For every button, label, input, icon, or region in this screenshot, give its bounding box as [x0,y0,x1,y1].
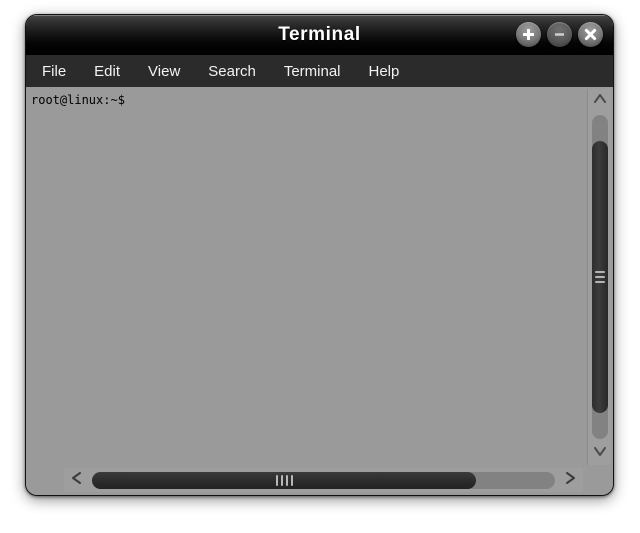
close-button[interactable] [578,22,603,47]
minus-icon [552,27,567,42]
horizontal-scroll-thumb[interactable] [92,471,477,489]
menu-item-terminal[interactable]: Terminal [284,63,341,80]
vertical-scroll-track[interactable] [591,115,608,439]
menu-bar: File Edit View Search Terminal Help [26,55,613,87]
chevron-down-icon [592,444,608,463]
grip-line [594,271,605,273]
screen: Terminal File Edit View Search Terminal … [0,0,640,533]
terminal-window: Terminal File Edit View Search Terminal … [25,14,614,496]
grip-line [285,474,288,486]
scroll-right-button[interactable] [557,468,583,492]
title-bar[interactable]: Terminal [26,15,613,55]
plus-icon [521,27,536,42]
vertical-scroll-thumb[interactable] [591,140,608,414]
terminal-prompt-line: root@linux:~$ [31,93,125,107]
vertical-scrollbar[interactable] [587,89,611,465]
minimize-button[interactable] [547,22,572,47]
window-controls [516,22,603,47]
maximize-button[interactable] [516,22,541,47]
close-icon [583,27,598,42]
terminal-body: root@linux:~$ [26,87,613,495]
grip-line [290,474,293,486]
scroll-down-button[interactable] [588,441,612,465]
menu-item-view[interactable]: View [148,63,180,80]
horizontal-scrollbar[interactable] [64,468,583,492]
chevron-left-icon [69,470,85,491]
horizontal-scroll-track[interactable] [92,471,555,489]
scroll-up-button[interactable] [588,89,612,113]
menu-item-help[interactable]: Help [369,63,400,80]
grip-line [594,276,605,278]
grip-line [275,474,278,486]
menu-item-edit[interactable]: Edit [94,63,120,80]
menu-item-search[interactable]: Search [208,63,256,80]
terminal-output-area[interactable]: root@linux:~$ [26,87,585,467]
grip-line [594,281,605,283]
chevron-right-icon [562,470,578,491]
scroll-left-button[interactable] [64,468,90,492]
menu-item-file[interactable]: File [42,63,66,80]
grip-line [280,474,283,486]
chevron-up-icon [592,92,608,111]
